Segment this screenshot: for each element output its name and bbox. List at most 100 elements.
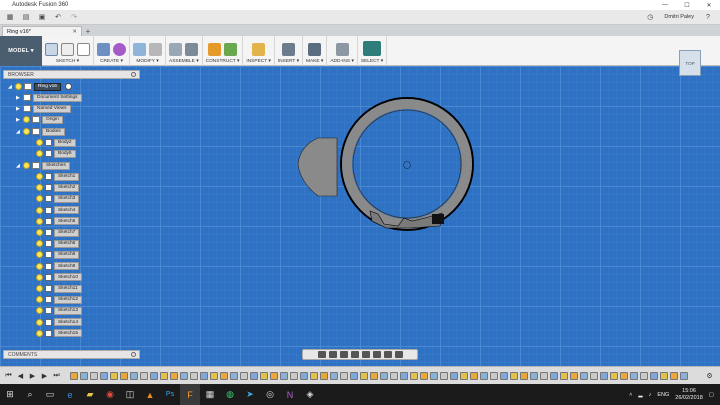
select-arrow-icon[interactable] (362, 41, 381, 56)
app-grid-icon[interactable]: ▦ (4, 12, 16, 22)
image-icon[interactable] (281, 43, 295, 56)
modify-group[interactable]: MODIFY ▾ (130, 36, 166, 66)
timeline-step-icon[interactable] (180, 371, 188, 380)
start-icon[interactable]: ⊞ (0, 384, 20, 405)
timeline-step-icon[interactable] (110, 371, 118, 380)
timeline-step-icon[interactable] (560, 371, 568, 380)
timeline-step-icon[interactable] (360, 371, 368, 380)
activate-radio-icon[interactable] (64, 83, 72, 90)
step-forward-icon[interactable]: ▶ (40, 372, 49, 380)
fusion-icon[interactable]: F (180, 384, 200, 405)
user-account[interactable]: Dmitri Paley (664, 14, 694, 20)
timeline-step-icon[interactable] (330, 371, 338, 380)
go-to-end-icon[interactable]: ⏭ (52, 372, 61, 380)
fit-icon[interactable] (361, 351, 370, 358)
tree-sketch-item[interactable]: Sketch4 (36, 206, 80, 215)
timeline-step-icon[interactable] (270, 371, 278, 380)
timeline-step-icon[interactable] (80, 371, 88, 380)
ring-inner-edge[interactable] (352, 109, 462, 219)
comments-panel[interactable]: COMMENTS (3, 350, 140, 359)
explorer-icon[interactable]: ▰ (80, 384, 100, 405)
tree-sketch-item[interactable]: Sketch1 (36, 172, 80, 181)
tree-sketch-item[interactable]: Sketch11 (36, 284, 82, 293)
addins-group[interactable]: ADD-INS ▾ (327, 36, 358, 66)
new-tab-button[interactable]: + (82, 27, 94, 36)
document-tab[interactable]: Ring v16* ✕ (2, 26, 82, 36)
telegram-icon[interactable]: ➤ (240, 384, 260, 405)
expand-arrow-icon[interactable]: ▶ (16, 95, 21, 101)
visibility-bulb-icon[interactable] (23, 116, 30, 123)
visibility-bulb-icon[interactable] (36, 150, 43, 157)
timeline-step-icon[interactable] (550, 371, 558, 380)
timeline-step-icon[interactable] (430, 371, 438, 380)
sphere-icon[interactable] (113, 43, 126, 56)
visibility-bulb-icon[interactable] (36, 139, 43, 146)
visibility-bulb-icon[interactable] (36, 184, 43, 192)
redo-icon[interactable]: ↷ (68, 12, 80, 22)
app-icon[interactable]: ◈ (300, 384, 320, 405)
comments-pin-icon[interactable] (131, 352, 136, 357)
viewports-icon[interactable] (394, 351, 403, 358)
timeline-step-icon[interactable] (210, 371, 218, 380)
tree-origin[interactable]: ▶ Origin (16, 115, 63, 124)
measure-icon[interactable] (252, 43, 266, 56)
maximize-button[interactable]: ☐ (676, 2, 698, 9)
timeline-step-icon[interactable] (500, 371, 508, 380)
timeline-step-icon[interactable] (680, 371, 688, 380)
tree-root[interactable]: ◢ Ring v16 (8, 82, 72, 91)
timeline-step-icon[interactable] (630, 371, 638, 380)
create-group[interactable]: CREATE ▾ (94, 36, 130, 66)
zoom-icon[interactable] (350, 351, 359, 358)
tree-sketch-item[interactable]: Sketch10 (36, 273, 83, 282)
sketch-group[interactable]: SKETCH ▾ (42, 36, 94, 66)
press-pull-icon[interactable] (133, 43, 146, 56)
tree-sketch-item[interactable]: Sketch5 (36, 217, 80, 226)
timeline-step-icon[interactable] (440, 371, 448, 380)
store-icon[interactable]: ◫ (120, 384, 140, 405)
chrome-icon[interactable]: ◉ (100, 384, 120, 405)
tree-sketches[interactable]: ◢ Sketches (16, 161, 70, 170)
box-icon[interactable] (97, 43, 110, 56)
expand-arrow-icon[interactable]: ◢ (16, 163, 21, 169)
assemble-group[interactable]: ASSEMBLE ▾ (166, 36, 203, 66)
timeline-step-icon[interactable] (160, 371, 168, 380)
timeline-step-icon[interactable] (120, 371, 128, 380)
timeline-step-icon[interactable] (420, 371, 428, 380)
new-component-icon[interactable] (169, 43, 183, 56)
timeline-step-icon[interactable] (530, 371, 538, 380)
offset-plane-icon[interactable] (207, 43, 221, 56)
fillet-icon[interactable] (149, 43, 162, 56)
visibility-bulb-icon[interactable] (36, 251, 43, 259)
viewcube[interactable]: TOP (679, 50, 701, 76)
pin-icon[interactable] (131, 72, 136, 77)
tree-named-views[interactable]: ▶ Named Views (16, 104, 71, 113)
photoshop-icon[interactable]: Ps (160, 384, 180, 405)
timeline-step-icon[interactable] (460, 371, 468, 380)
timeline-step-icon[interactable] (650, 371, 658, 380)
ring-body[interactable] (342, 99, 472, 229)
rectangle-icon[interactable] (77, 43, 90, 56)
timeline-step-icon[interactable] (320, 371, 328, 380)
timeline-step-icon[interactable] (170, 371, 178, 380)
visibility-bulb-icon[interactable] (36, 195, 43, 203)
timeline-step-icon[interactable] (410, 371, 418, 380)
timeline-step-icon[interactable] (190, 371, 198, 380)
visibility-bulb-icon[interactable] (23, 162, 30, 169)
clock[interactable]: 15:06 26/02/2018 (675, 388, 703, 402)
timeline-settings-icon[interactable]: ⚙ (705, 372, 714, 380)
timeline-step-icon[interactable] (230, 371, 238, 380)
visibility-bulb-icon[interactable] (36, 206, 43, 214)
tree-body-item[interactable]: Body5 (36, 149, 76, 158)
visibility-bulb-icon[interactable] (36, 296, 43, 304)
tree-sketch-item[interactable]: Sketch15 (36, 329, 83, 338)
3d-print-icon[interactable] (308, 43, 322, 56)
timeline-step-icon[interactable] (610, 371, 618, 380)
go-to-start-icon[interactable]: ⏮ (4, 372, 13, 380)
file-menu-icon[interactable]: ▤ (20, 12, 32, 22)
visibility-bulb-icon[interactable] (36, 217, 43, 225)
visibility-bulb-icon[interactable] (15, 83, 22, 90)
workspace-switcher[interactable]: MODEL ▾ (0, 36, 42, 66)
tray-chevron-icon[interactable]: ˄ (629, 392, 632, 398)
grid-settings-icon[interactable] (383, 351, 392, 358)
onenote-icon[interactable]: N (280, 384, 300, 405)
